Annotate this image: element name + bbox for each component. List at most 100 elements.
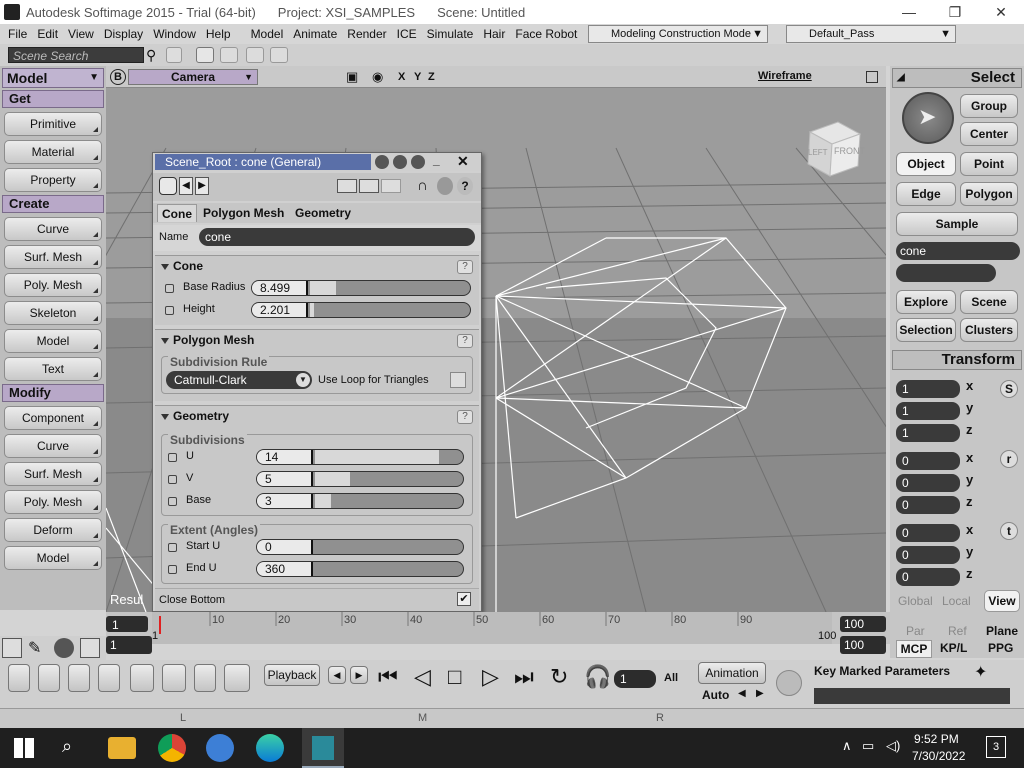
geometry-section-header[interactable]: Geometry bbox=[155, 406, 479, 426]
menu-face-robot[interactable]: Face Robot bbox=[510, 27, 582, 41]
minimize-dialog-icon[interactable]: _ bbox=[433, 153, 440, 167]
primitive-button[interactable]: Primitive bbox=[4, 112, 102, 136]
menu-animate[interactable]: Animate bbox=[288, 27, 342, 41]
scene-search-input[interactable]: Scene Search bbox=[8, 47, 144, 63]
qb-icon[interactable] bbox=[206, 734, 234, 762]
left-icon[interactable] bbox=[359, 179, 379, 193]
rotate-x-field[interactable]: 0 bbox=[896, 452, 960, 470]
selection-button[interactable]: Selection bbox=[896, 318, 956, 342]
height-value[interactable]: 2.201 bbox=[252, 303, 308, 317]
previous-key-icon[interactable]: ◁ bbox=[414, 664, 431, 690]
tab-mcp[interactable]: MCP bbox=[896, 640, 932, 658]
key-icon[interactable] bbox=[776, 670, 802, 696]
end-u-value[interactable]: 360 bbox=[257, 562, 313, 576]
group-button[interactable]: Group bbox=[960, 94, 1018, 118]
clock-time[interactable]: 9:52 PM bbox=[914, 732, 959, 746]
auto-key-button[interactable]: Auto bbox=[702, 688, 729, 702]
translate-icon[interactable]: t bbox=[1000, 522, 1018, 540]
search-icon[interactable]: ⌕ bbox=[62, 736, 72, 757]
base-radius-slider[interactable]: 8.499 bbox=[251, 280, 471, 296]
axis-x[interactable]: X bbox=[398, 71, 405, 83]
v-slider[interactable]: 5 bbox=[256, 471, 464, 487]
modify-surf-mesh-button[interactable]: Surf. Mesh bbox=[4, 462, 102, 486]
translate-z-label[interactable]: z bbox=[966, 566, 973, 581]
text-button[interactable]: Text bbox=[4, 357, 102, 381]
sample-button[interactable]: Sample bbox=[896, 212, 1018, 236]
name-field[interactable]: cone bbox=[199, 228, 475, 246]
menu-edit[interactable]: Edit bbox=[32, 27, 63, 41]
previous-frame-icon[interactable]: ◀ bbox=[328, 666, 346, 684]
animation-toggle-icon[interactable] bbox=[165, 306, 174, 315]
global-button[interactable]: Global bbox=[898, 594, 933, 608]
search-icon[interactable]: ⚲ bbox=[146, 47, 156, 64]
rotate-z-field[interactable]: 0 bbox=[896, 496, 960, 514]
translate-x-field[interactable]: 0 bbox=[896, 524, 960, 542]
wrench-icon[interactable]: ✎ bbox=[28, 638, 41, 658]
tool-icon[interactable] bbox=[196, 47, 214, 63]
pass-select[interactable]: Default_Pass ▼ bbox=[786, 25, 956, 43]
restore-button[interactable]: ❐ bbox=[932, 0, 978, 24]
rotate-y-field[interactable]: 0 bbox=[896, 474, 960, 492]
create-model-button[interactable]: Model bbox=[4, 329, 102, 353]
animation-toggle-icon[interactable] bbox=[168, 543, 177, 552]
tab-cone[interactable]: Cone bbox=[157, 204, 197, 222]
u-value[interactable]: 14 bbox=[257, 450, 313, 464]
timeline-end-field-2[interactable]: 100 bbox=[840, 636, 886, 654]
menu-model[interactable]: Model bbox=[246, 27, 289, 41]
menu-display[interactable]: Display bbox=[99, 27, 148, 41]
tab-kpl[interactable]: KP/L bbox=[940, 641, 967, 655]
info-icon[interactable] bbox=[411, 155, 425, 169]
animation-button[interactable]: Animation bbox=[698, 662, 766, 684]
tab-polygon-mesh[interactable]: Polygon Mesh bbox=[203, 205, 284, 221]
material-button[interactable]: Material bbox=[4, 140, 102, 164]
close-button[interactable]: ✕ bbox=[978, 0, 1024, 24]
layout-icon[interactable] bbox=[38, 664, 60, 692]
maximize-icon[interactable] bbox=[866, 71, 878, 83]
help-icon[interactable]: ? bbox=[457, 177, 473, 195]
refresh-icon[interactable] bbox=[166, 47, 182, 63]
start-u-value[interactable]: 0 bbox=[257, 540, 313, 554]
menu-render[interactable]: Render bbox=[342, 27, 391, 41]
eye-icon[interactable]: ◉ bbox=[372, 69, 383, 85]
animation-toggle-icon[interactable] bbox=[165, 284, 174, 293]
camera-select[interactable]: Camera ▼ bbox=[128, 69, 258, 85]
end-u-slider[interactable]: 360 bbox=[256, 561, 464, 577]
modify-curve-button[interactable]: Curve bbox=[4, 434, 102, 458]
start-u-slider[interactable]: 0 bbox=[256, 539, 464, 555]
deform-button[interactable]: Deform bbox=[4, 518, 102, 542]
selection-filter-field[interactable] bbox=[896, 264, 996, 282]
scale-y-field[interactable]: 1 bbox=[896, 402, 960, 420]
view-cube[interactable]: LEFT FRONT bbox=[800, 118, 865, 178]
timeline-start-field[interactable]: 1 bbox=[106, 616, 148, 632]
volume-icon[interactable]: ◁) bbox=[886, 738, 900, 754]
tool-icon[interactable] bbox=[220, 47, 238, 63]
component-button[interactable]: Component bbox=[4, 406, 102, 430]
scale-icon[interactable]: S bbox=[1000, 380, 1018, 398]
help-icon[interactable]: ? bbox=[457, 410, 473, 424]
create-curve-button[interactable]: Curve bbox=[4, 217, 102, 241]
explore-button[interactable]: Explore bbox=[896, 290, 956, 314]
menu-ice[interactable]: ICE bbox=[392, 27, 422, 41]
select-tool-icon[interactable] bbox=[159, 177, 177, 195]
property-button[interactable]: Property bbox=[4, 168, 102, 192]
current-frame-field[interactable]: 1 bbox=[614, 670, 656, 688]
mode-select[interactable]: Modeling Construction Mode ▼ bbox=[588, 25, 768, 43]
help-icon[interactable]: ? bbox=[457, 260, 473, 274]
layout-icon[interactable] bbox=[130, 664, 154, 692]
translate-x-label[interactable]: x bbox=[966, 522, 973, 537]
magnet-icon[interactable]: ∩ bbox=[417, 177, 428, 194]
last-frame-icon[interactable]: ⏭ bbox=[514, 664, 534, 690]
timeline-end-field[interactable]: 100 bbox=[840, 616, 886, 632]
center-button[interactable]: Center bbox=[960, 122, 1018, 146]
height-slider[interactable]: 2.201 bbox=[251, 302, 471, 318]
create-surf-mesh-button[interactable]: Surf. Mesh bbox=[4, 245, 102, 269]
toolbar-title[interactable]: Model ▼ bbox=[2, 68, 104, 88]
book-icon[interactable] bbox=[80, 638, 100, 658]
previous-icon[interactable]: ◀ bbox=[179, 177, 193, 195]
timeline-start-field-2[interactable]: 1 bbox=[106, 636, 152, 654]
point-button[interactable]: Point bbox=[960, 152, 1018, 176]
right-icon[interactable] bbox=[381, 179, 401, 193]
modify-poly-mesh-button[interactable]: Poly. Mesh bbox=[4, 490, 102, 514]
scale-z-label[interactable]: z bbox=[966, 422, 973, 437]
key-marked-parameters-button[interactable]: Key Marked Parameters bbox=[814, 664, 950, 678]
